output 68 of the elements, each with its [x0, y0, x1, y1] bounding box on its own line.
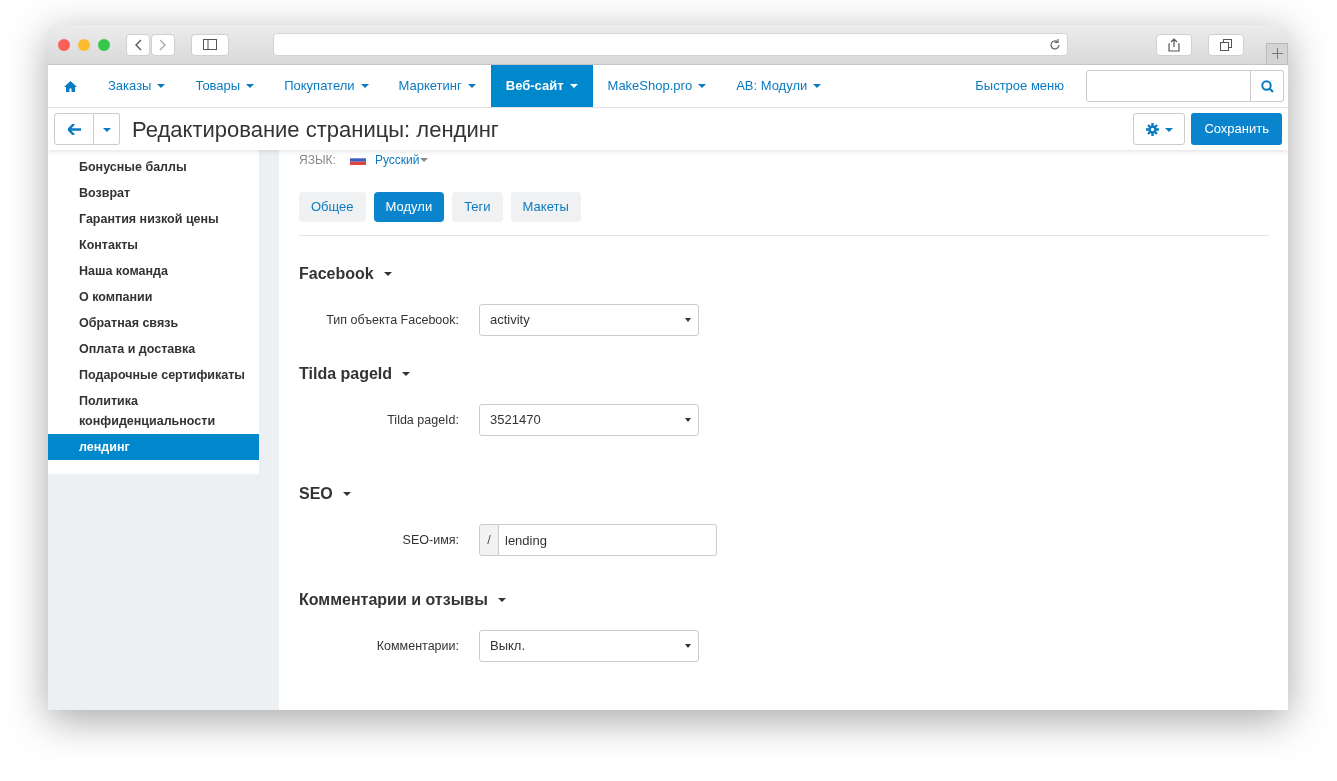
plus-icon — [1271, 48, 1283, 59]
page-title: Редактирование страницы: лендинг — [132, 115, 499, 144]
dropdown-button[interactable] — [94, 113, 120, 145]
caret-icon — [497, 598, 506, 602]
arrow-left-icon — [67, 124, 81, 136]
field-label: Tilda pageId: — [386, 411, 459, 429]
language-label: ЯЗЫК: — [299, 152, 336, 169]
section-heading[interactable]: Комментарии и отзывы — [299, 588, 488, 612]
sidebar-icon — [203, 39, 217, 50]
sidebar-button[interactable] — [191, 33, 229, 56]
url-prefix: / — [479, 524, 499, 556]
field-label: Комментарии: — [375, 637, 459, 655]
nav-menu-item[interactable]: Маркетинг — [383, 65, 491, 107]
sidebar-item[interactable]: Бонусные баллы — [48, 154, 259, 180]
new-tab-button[interactable] — [1266, 42, 1288, 65]
settings-button[interactable] — [1133, 113, 1186, 145]
sidebar-item[interactable]: Оплата и доставка — [48, 336, 259, 362]
tab[interactable]: Общее — [299, 192, 366, 222]
flag-icon — [349, 155, 366, 165]
section-heading[interactable]: Tilda pageId — [299, 362, 393, 386]
tab[interactable]: Макеты — [510, 192, 581, 222]
tabs-button[interactable] — [1208, 33, 1244, 56]
share-icon — [1168, 37, 1180, 52]
sidebar-item[interactable]: Наша команда — [48, 258, 259, 284]
back-arrow-button[interactable] — [54, 113, 94, 145]
section-heading[interactable]: Facebook — [299, 262, 374, 286]
nav-menu-item[interactable]: Веб-сайт — [490, 65, 593, 107]
caret-icon — [342, 492, 351, 496]
back-button[interactable] — [126, 33, 150, 56]
quick-menu-link[interactable]: Быстрое меню — [953, 65, 1086, 107]
forward-button[interactable] — [151, 33, 175, 56]
tab[interactable]: Теги — [452, 192, 503, 222]
chevron-left-icon — [134, 38, 142, 51]
select-field[interactable]: Выкл. — [479, 630, 699, 662]
sidebar-item[interactable]: лендинг — [48, 434, 259, 460]
nav-menu-item[interactable]: АВ: Модули — [721, 65, 837, 107]
field-label: SEO-имя: — [401, 531, 459, 549]
close-icon[interactable] — [58, 38, 70, 51]
sidebar-item[interactable]: Подарочные сертификаты — [48, 362, 259, 388]
chevron-right-icon — [159, 38, 167, 51]
sidebar-item[interactable]: Контакты — [48, 232, 259, 258]
nav-menu-item[interactable]: Товары — [180, 65, 270, 107]
tab[interactable]: Модули — [373, 192, 445, 222]
sidebar-item[interactable]: О компании — [48, 284, 259, 310]
share-button[interactable] — [1156, 33, 1192, 56]
nav-menu-item[interactable]: MakeShop.pro — [592, 65, 722, 107]
section-heading[interactable]: SEO — [299, 482, 333, 506]
caret-icon — [383, 272, 392, 276]
search-button[interactable] — [1251, 70, 1284, 102]
language-dropdown[interactable]: Русский — [349, 151, 429, 169]
seo-name-field[interactable]: lending — [499, 524, 717, 556]
select-field[interactable]: activity — [479, 304, 699, 336]
caret-icon — [402, 372, 411, 376]
tabs-icon — [1220, 38, 1232, 51]
sidebar-item[interactable]: Политика конфиденциальности — [48, 388, 259, 434]
settings-icon — [1145, 123, 1159, 137]
save-button[interactable]: Сохранить — [1191, 113, 1282, 145]
sidebar-item[interactable]: Обратная связь — [48, 310, 259, 336]
select-field[interactable]: 3521470 — [479, 404, 699, 436]
sidebar-item[interactable]: Гарантия низкой цены — [48, 206, 259, 232]
search-field[interactable] — [1086, 70, 1251, 102]
nav-menu-item[interactable]: Покупатели — [269, 65, 384, 107]
search-icon — [1260, 79, 1274, 93]
field-label: Тип объекта Facebook: — [325, 311, 459, 329]
maximize-icon[interactable] — [98, 38, 110, 51]
sidebar-item[interactable]: Возврат — [48, 180, 259, 206]
reload-icon[interactable] — [1049, 38, 1061, 51]
nav-menu-item[interactable]: Заказы — [93, 65, 181, 107]
